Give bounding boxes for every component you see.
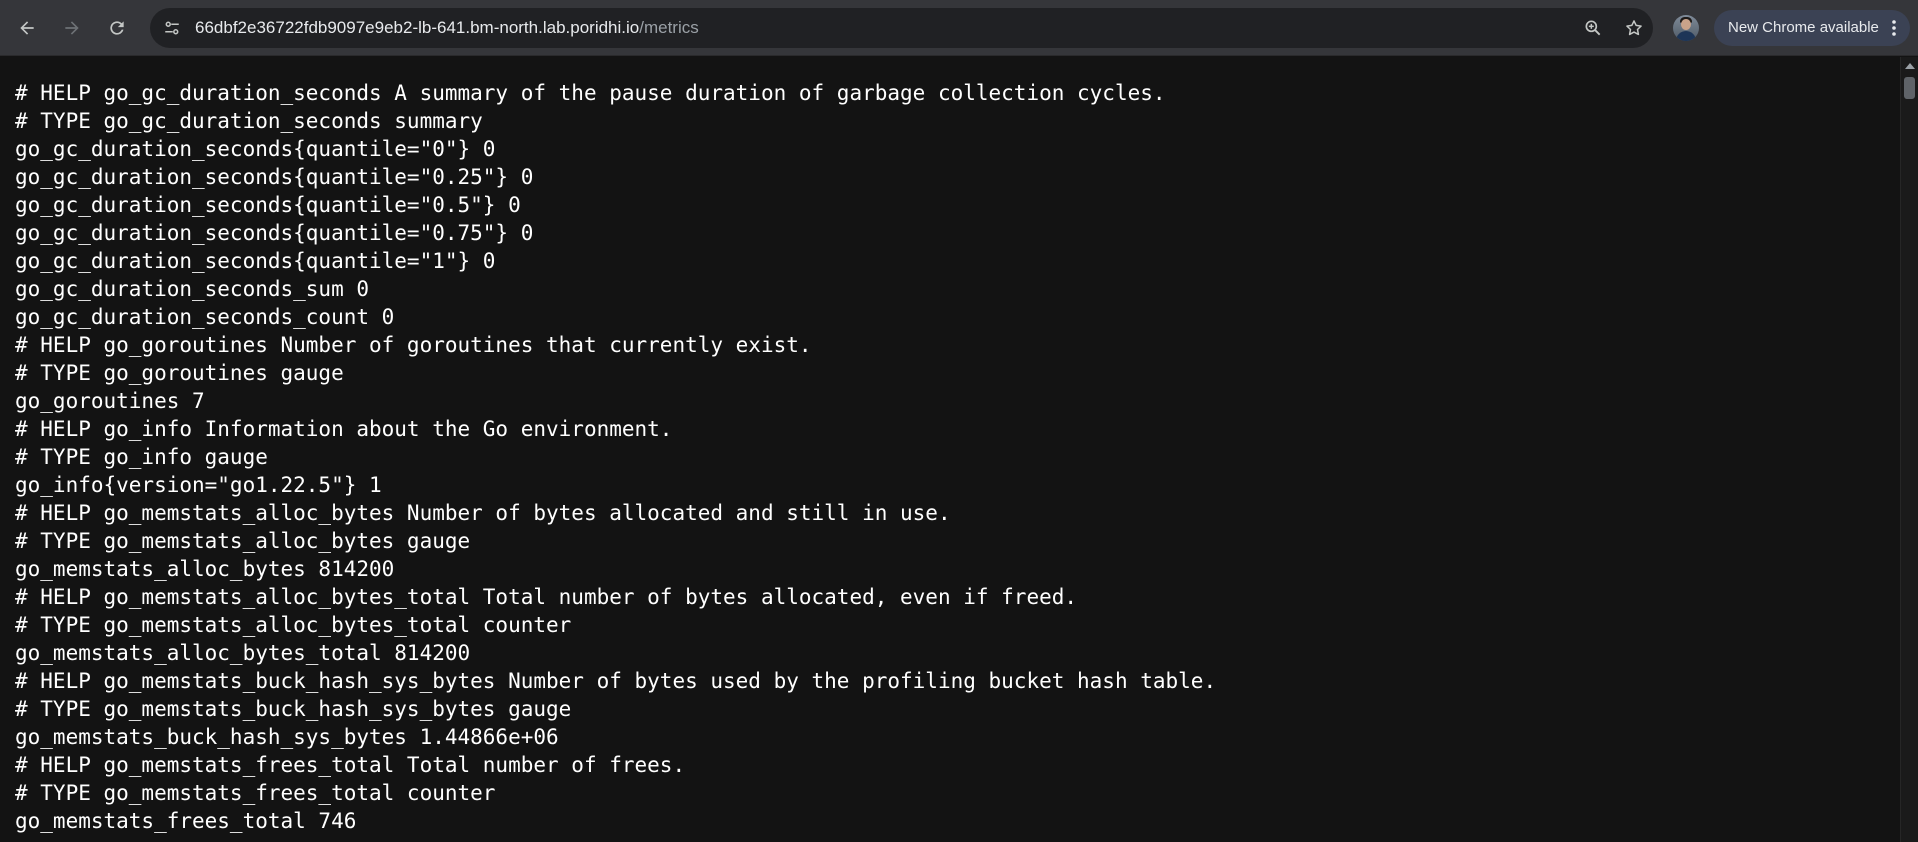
metric-line: go_goroutines 7 [15,389,205,413]
star-icon [1626,20,1642,36]
avatar-head [1681,19,1691,30]
metric-line: # TYPE go_goroutines gauge [15,361,344,385]
metric-line: go_memstats_buck_hash_sys_bytes 1.44866e… [15,725,559,749]
metric-line: # TYPE go_memstats_buck_hash_sys_bytes g… [15,697,572,721]
metrics-text: # HELP go_gc_duration_seconds A summary … [0,57,1900,835]
metric-line: go_memstats_alloc_bytes_total 814200 [15,641,471,665]
metric-line: # HELP go_memstats_alloc_bytes Number of… [15,501,951,525]
url-path: /metrics [639,18,699,37]
address-bar[interactable]: 66dbf2e36722fdb9097e9eb2-lb-641.bm-north… [150,8,1653,48]
kebab-menu-icon[interactable] [1886,18,1902,38]
scroll-up-arrow-icon[interactable] [1905,63,1915,69]
metric-line: go_gc_duration_seconds{quantile="0"} 0 [15,137,496,161]
metric-line: # HELP go_memstats_frees_total Total num… [15,753,686,777]
avatar[interactable] [1673,15,1699,41]
metric-line: # HELP go_gc_duration_seconds A summary … [15,81,1166,105]
metric-line: go_info{version="go1.22.5"} 1 [15,473,382,497]
site-info-button[interactable] [160,16,184,40]
metric-line: go_gc_duration_seconds{quantile="0.75"} … [15,221,534,245]
update-chip-label: New Chrome available [1728,19,1879,36]
metric-line: # TYPE go_info gauge [15,445,268,469]
metric-line: # TYPE go_memstats_alloc_bytes_total cou… [15,613,572,637]
url-text[interactable]: 66dbf2e36722fdb9097e9eb2-lb-641.bm-north… [195,8,699,48]
zoom-in-icon [1585,20,1601,36]
page-content: # HELP go_gc_duration_seconds A summary … [0,57,1900,842]
tune-icon [165,21,179,35]
reload-icon [110,21,124,35]
metric-line: # HELP go_info Information about the Go … [15,417,673,441]
metric-line: # HELP go_memstats_buck_hash_sys_bytes N… [15,669,1217,693]
forward-button[interactable] [56,12,88,44]
metric-line: # HELP go_goroutines Number of goroutine… [15,333,812,357]
browser-toolbar: 66dbf2e36722fdb9097e9eb2-lb-641.bm-north… [0,0,1918,56]
vertical-scrollbar[interactable] [1900,57,1918,842]
metric-line: go_gc_duration_seconds{quantile="1"} 0 [15,249,496,273]
arrow-right-icon [65,21,79,35]
metric-line: go_gc_duration_seconds{quantile="0.25"} … [15,165,534,189]
metric-line: # TYPE go_memstats_alloc_bytes gauge [15,529,471,553]
metric-line: go_gc_duration_seconds_sum 0 [15,277,370,301]
back-button[interactable] [11,12,43,44]
bookmark-button[interactable] [1622,16,1646,40]
zoom-button[interactable] [1581,16,1605,40]
metric-line: # TYPE go_memstats_frees_total counter [15,781,496,805]
new-chrome-available-button[interactable]: New Chrome available [1714,10,1910,46]
url-host: 66dbf2e36722fdb9097e9eb2-lb-641.bm-north… [195,18,640,37]
scrollbar-thumb[interactable] [1904,77,1915,99]
reload-button[interactable] [101,12,133,44]
metric-line: go_gc_duration_seconds{quantile="0.5"} 0 [15,193,521,217]
metric-line: go_gc_duration_seconds_count 0 [15,305,395,329]
metric-line: # TYPE go_gc_duration_seconds summary [15,109,483,133]
arrow-left-icon [20,21,34,35]
metric-line: # HELP go_memstats_alloc_bytes_total Tot… [15,585,1078,609]
avatar-body [1676,31,1696,41]
metric-line: go_memstats_frees_total 746 [15,809,357,833]
metric-line: go_memstats_alloc_bytes 814200 [15,557,395,581]
